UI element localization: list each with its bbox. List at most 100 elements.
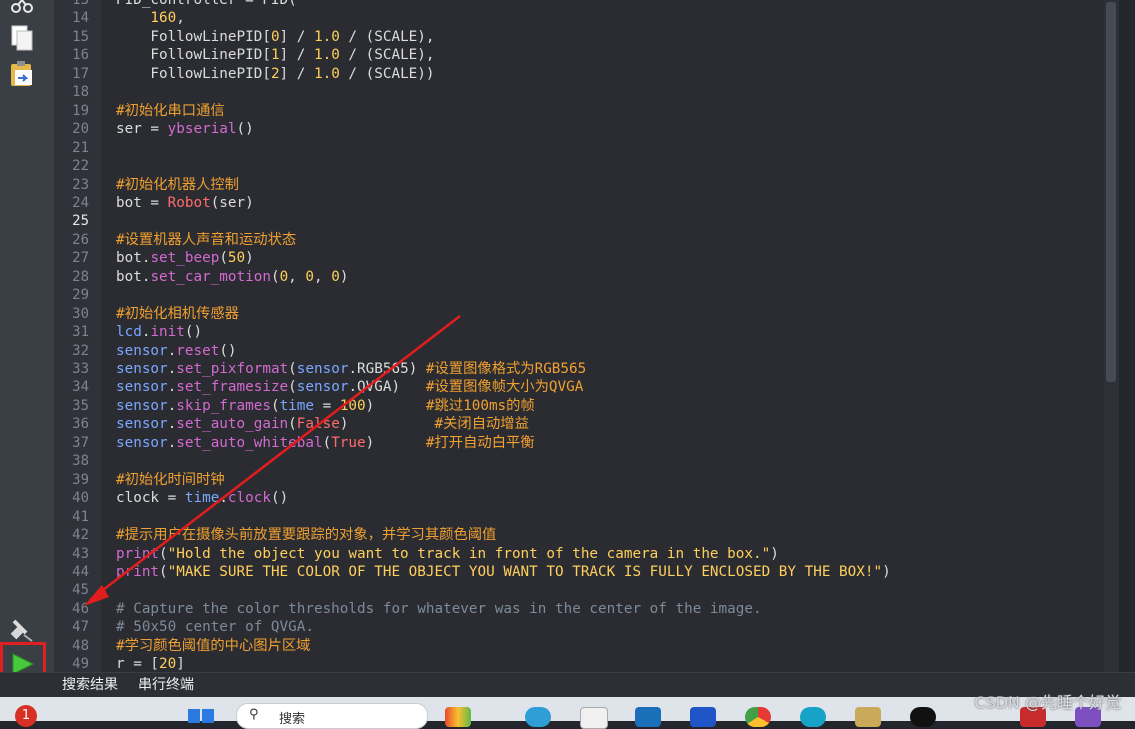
code-token: FollowLinePID[ — [116, 47, 271, 64]
code-line[interactable]: 38 — [55, 452, 1119, 470]
fruit-app-icon[interactable] — [445, 707, 471, 727]
file-app-icon[interactable] — [580, 707, 608, 729]
code-line[interactable]: 49 r = [20] — [55, 655, 1119, 672]
code-line[interactable]: 39 #初始化时间时钟 — [55, 471, 1119, 489]
code-line[interactable]: 22 — [55, 157, 1119, 175]
code-line[interactable]: 28 bot.set_car_motion(0, 0, 0) — [55, 268, 1119, 286]
code-token: print — [116, 545, 160, 562]
code-line[interactable]: 30 #初始化相机传感器 — [55, 305, 1119, 323]
code-line[interactable]: 44 print("MAKE SURE THE COLOR OF THE OBJE… — [55, 563, 1119, 581]
code-line[interactable]: 20 ser = ybserial() — [55, 120, 1119, 138]
connect-icon[interactable] — [8, 615, 36, 643]
code-line[interactable]: 27 bot.set_beep(50) — [55, 249, 1119, 267]
grid-app-icon[interactable] — [690, 707, 716, 727]
code-line[interactable]: 17 FollowLinePID[2] / 1.0 / (SCALE)) — [55, 65, 1119, 83]
code-token: .RGB565) — [348, 361, 426, 377]
code-line[interactable]: 32 sensor.reset() — [55, 342, 1119, 360]
folder-icon[interactable] — [855, 707, 881, 727]
code-line[interactable]: 31 lcd.init() — [55, 323, 1119, 341]
notification-badge[interactable]: 1 — [15, 705, 37, 727]
code-line[interactable]: 24 bot = Robot(ser) — [55, 194, 1119, 212]
code-line[interactable]: 48 #学习颜色阈值的中心图片区域 — [55, 637, 1119, 655]
code-token: . — [167, 434, 177, 451]
code-line[interactable]: 26 #设置机器人声音和运动状态 — [55, 231, 1119, 249]
line-number: 15 — [72, 28, 89, 45]
qq-icon[interactable] — [910, 707, 936, 727]
code-line[interactable]: 35 sensor.skip_frames(time = 100) #跳过100m… — [55, 397, 1119, 415]
tab-serial-terminal[interactable]: 串行终端 — [138, 676, 194, 694]
code-line[interactable]: 21 — [55, 139, 1119, 157]
code-text: sensor.set_auto_gain(False) #关闭自动增益 — [116, 415, 529, 433]
line-number: 29 — [72, 287, 89, 304]
code-line[interactable]: 37 sensor.set_auto_whitebal(True) #打开自动白平… — [55, 434, 1119, 452]
code-token: #跳过100ms的帧 — [425, 397, 535, 414]
code-line[interactable]: 14 160, — [55, 9, 1119, 27]
code-token: / (SCALE), — [339, 28, 435, 45]
code-line[interactable]: 29 — [55, 286, 1119, 304]
code-line[interactable]: 42 #提示用户在摄像头前放置要跟踪的对象，并学习其颜色阈值 — [55, 526, 1119, 544]
edge-browser-icon[interactable] — [525, 707, 551, 727]
code-text: print("Hold the object you want to track… — [116, 545, 779, 563]
edge-icon[interactable] — [800, 707, 826, 727]
code-line[interactable]: 18 — [55, 83, 1119, 101]
code-text: #提示用户在摄像头前放置要跟踪的对象，并学习其颜色阈值 — [116, 526, 496, 544]
code-token: time — [184, 490, 220, 507]
xshell-icon[interactable] — [635, 707, 661, 727]
code-token: () — [236, 121, 254, 138]
code-token: ) — [339, 416, 435, 433]
code-token: () — [270, 490, 289, 507]
code-line[interactable]: 19 #初始化串口通信 — [55, 102, 1119, 120]
code-text: # Capture the color thresholds for whate… — [116, 600, 762, 618]
taskbar: 1 ⚲ 搜索 — [0, 697, 1135, 729]
code-text: #初始化相机传感器 — [116, 305, 239, 323]
code-line[interactable]: 43 print("Hold the object you want to tra… — [55, 545, 1119, 563]
code-token: False — [296, 416, 340, 433]
line-number: 34 — [72, 379, 89, 396]
line-number: 17 — [72, 65, 89, 82]
chrome-icon[interactable] — [745, 707, 771, 727]
code-token: sensor — [296, 379, 349, 396]
scrollbar-thumb[interactable] — [1106, 2, 1116, 382]
code-token: set_framesize — [176, 379, 289, 396]
line-number: 36 — [72, 416, 89, 433]
code-editor[interactable]: 13 PID_controller = PID(14 160, 15 FollowL… — [55, 0, 1119, 672]
code-token: ) — [770, 545, 779, 562]
code-token: . — [167, 416, 177, 433]
code-token: #提示用户在摄像头前放置要跟踪的对象，并学习其颜色阈值 — [116, 527, 497, 544]
code-text: bot.set_beep(50) — [116, 249, 254, 267]
code-token: . — [167, 361, 177, 377]
code-line[interactable]: 33 sensor.set_pixformat(sensor.RGB565) #设… — [55, 360, 1119, 378]
code-line[interactable]: 23 #初始化机器人控制 — [55, 176, 1119, 194]
code-line[interactable]: 15 FollowLinePID[0] / 1.0 / (SCALE), — [55, 28, 1119, 46]
code-line[interactable]: 40 clock = time.clock() — [55, 489, 1119, 507]
code-line[interactable]: 36 sensor.set_auto_gain(False) #关闭自动增益 — [55, 415, 1119, 433]
code-line[interactable]: 13 PID_controller = PID( — [55, 0, 1119, 9]
search-input[interactable]: ⚲ 搜索 — [236, 703, 428, 729]
code-token: ] / — [279, 28, 314, 45]
paste-icon[interactable] — [8, 60, 36, 88]
code-text: lcd.init() — [116, 323, 202, 341]
code-line[interactable]: 47 # 50x50 center of QVGA. — [55, 618, 1119, 636]
code-text: clock = time.clock() — [116, 489, 288, 507]
tab-search-results[interactable]: 搜索结果 — [62, 676, 118, 694]
code-line[interactable]: 34 sensor.set_framesize(sensor.QVGA) #设置图… — [55, 378, 1119, 396]
code-line[interactable]: 45 — [55, 581, 1119, 599]
code-line[interactable]: 25 — [55, 212, 1119, 230]
vertical-scrollbar[interactable] — [1102, 0, 1119, 672]
code-text: PID_controller = PID( — [116, 0, 297, 9]
line-number: 43 — [72, 545, 89, 562]
code-line[interactable]: 41 — [55, 508, 1119, 526]
line-number: 24 — [72, 194, 89, 211]
code-token: ] / — [279, 65, 314, 82]
code-line[interactable]: 46 # Capture the color thresholds for wha… — [55, 600, 1119, 618]
code-text: bot = Robot(ser) — [116, 194, 254, 212]
code-line[interactable]: 16 FollowLinePID[1] / 1.0 / (SCALE), — [55, 46, 1119, 64]
code-token: ( — [159, 563, 168, 580]
copy-icon[interactable] — [8, 24, 36, 52]
code-token: PID_controller = PID( — [116, 0, 297, 8]
code-token: #初始化机器人控制 — [116, 176, 239, 193]
csdn-watermark: CSDN @先睡个好觉 — [974, 693, 1121, 712]
line-number: 49 — [72, 656, 89, 672]
cut-icon[interactable] — [8, 0, 36, 16]
line-number: 19 — [72, 102, 89, 119]
